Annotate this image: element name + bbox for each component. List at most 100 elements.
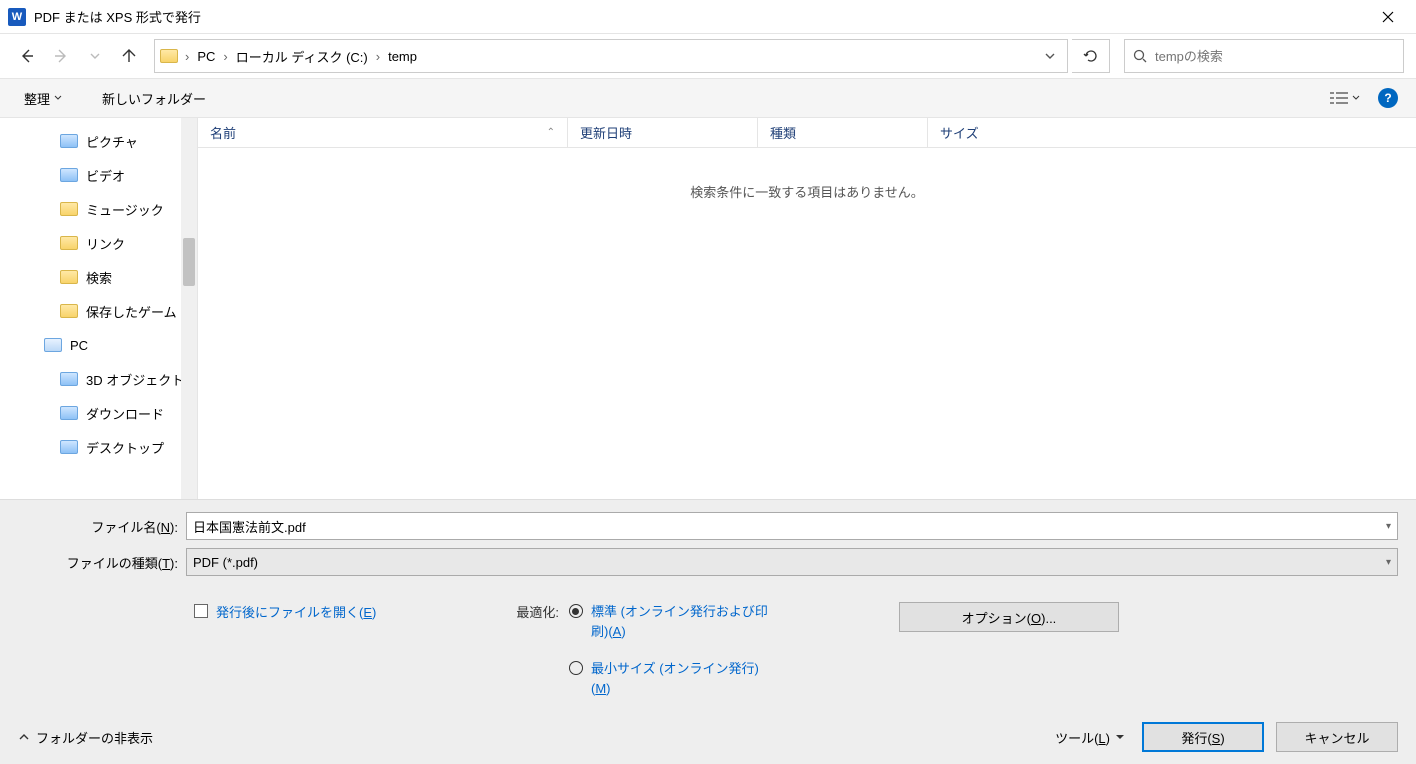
- tree-item[interactable]: ダウンロード: [0, 396, 197, 430]
- arrow-left-icon: [19, 48, 35, 64]
- chevron-down-icon: ▾: [1386, 557, 1391, 568]
- arrow-up-icon: [121, 48, 137, 64]
- optimize-label: 最適化:: [516, 602, 559, 698]
- chevron-down-icon: [1352, 94, 1360, 102]
- breadcrumb-folder[interactable]: temp: [382, 45, 423, 68]
- folder-icon: [159, 46, 179, 66]
- organize-menu[interactable]: 整理: [18, 85, 68, 112]
- word-app-icon: W: [8, 8, 26, 26]
- filename-label: ファイル名(N):: [18, 517, 186, 536]
- hide-folders-label: フォルダーの非表示: [36, 728, 153, 747]
- scroll-thumb[interactable]: [183, 238, 195, 286]
- sort-indicator-icon: ⌃: [547, 127, 555, 138]
- window-title: PDF または XPS 形式で発行: [34, 7, 1368, 26]
- tree-item[interactable]: ピクチャ: [0, 124, 197, 158]
- chevron-down-icon: [1045, 51, 1055, 61]
- chevron-down-icon: [1116, 733, 1124, 741]
- chevron-up-icon: [18, 731, 30, 743]
- back-button[interactable]: [12, 41, 42, 71]
- folder-icon: [60, 440, 78, 454]
- file-list-view: 名前 ⌃ 更新日時 種類 サイズ 検索条件に一致する項目はありません。: [198, 118, 1416, 499]
- breadcrumb-drive[interactable]: ローカル ディスク (C:): [230, 43, 374, 70]
- column-name[interactable]: 名前 ⌃: [198, 118, 568, 147]
- view-icon: [1330, 91, 1348, 105]
- tree-item[interactable]: ミュージック: [0, 192, 197, 226]
- bottom-panel: ファイル名(N): 日本国憲法前文.pdf ▾ ファイルの種類(T): PDF …: [0, 499, 1416, 764]
- organize-label: 整理: [24, 89, 50, 108]
- tree-item[interactable]: 検索: [0, 260, 197, 294]
- sidebar-scrollbar[interactable]: [181, 118, 197, 499]
- close-icon: [1382, 11, 1394, 23]
- tools-label: ツール(L): [1055, 728, 1110, 747]
- publish-button[interactable]: 発行(S): [1142, 722, 1264, 752]
- radio-checked-icon: [569, 604, 583, 618]
- view-menu[interactable]: [1324, 87, 1366, 109]
- tree-item[interactable]: 3D オブジェクト: [0, 362, 197, 396]
- column-headers: 名前 ⌃ 更新日時 種類 サイズ: [198, 118, 1416, 148]
- folder-icon: [60, 406, 78, 420]
- help-button[interactable]: ?: [1378, 88, 1398, 108]
- tree-item-label: デスクトップ: [86, 438, 164, 457]
- forward-button[interactable]: [46, 41, 76, 71]
- nav-bar: › PC › ローカル ディスク (C:) › temp: [0, 34, 1416, 78]
- column-type[interactable]: 種類: [758, 118, 928, 147]
- new-folder-label: 新しいフォルダー: [102, 89, 206, 108]
- close-button[interactable]: [1368, 2, 1408, 32]
- open-after-checkbox[interactable]: 発行後にファイルを開く(E): [194, 602, 376, 698]
- tree-item[interactable]: PC: [0, 328, 197, 362]
- breadcrumb[interactable]: › PC › ローカル ディスク (C:) › temp: [154, 39, 1068, 73]
- optimize-standard-label: 標準 (オンライン発行および印刷)(A): [591, 602, 769, 641]
- breadcrumb-dropdown[interactable]: [1037, 47, 1063, 65]
- filetype-select[interactable]: PDF (*.pdf) ▾: [186, 548, 1398, 576]
- tree-item[interactable]: ビデオ: [0, 158, 197, 192]
- up-button[interactable]: [114, 41, 144, 71]
- filename-input[interactable]: 日本国憲法前文.pdf ▾: [186, 512, 1398, 540]
- tree-item[interactable]: 保存したゲーム: [0, 294, 197, 328]
- folder-icon: [60, 134, 78, 148]
- recent-dropdown[interactable]: [80, 41, 110, 71]
- tree-item-label: 保存したゲーム: [86, 302, 177, 321]
- options-button-label: オプション(O)...: [962, 608, 1057, 627]
- search-input[interactable]: [1155, 49, 1395, 64]
- refresh-button[interactable]: [1072, 39, 1110, 73]
- radio-unchecked-icon: [569, 661, 583, 675]
- folder-tree: ピクチャビデオミュージックリンク検索保存したゲーム PC 3D オブジェクトダウンロ…: [0, 118, 198, 499]
- tree-item[interactable]: リンク: [0, 226, 197, 260]
- tree-item-label: ミュージック: [86, 200, 164, 219]
- open-after-label: 発行後にファイルを開く(E): [216, 602, 376, 621]
- column-date[interactable]: 更新日時: [568, 118, 758, 147]
- optimize-minimum-radio[interactable]: 最小サイズ (オンライン発行)(M): [569, 659, 769, 698]
- tree-item-label: 3D オブジェクト: [86, 370, 184, 389]
- optimize-minimum-label: 最小サイズ (オンライン発行)(M): [591, 659, 769, 698]
- folder-icon: [60, 168, 78, 182]
- chevron-down-icon: ▾: [1386, 521, 1391, 532]
- new-folder-button[interactable]: 新しいフォルダー: [96, 85, 212, 112]
- tree-item-label: リンク: [86, 234, 125, 253]
- column-size[interactable]: サイズ: [928, 118, 1048, 147]
- content-area: ピクチャビデオミュージックリンク検索保存したゲーム PC 3D オブジェクトダウンロ…: [0, 118, 1416, 499]
- breadcrumb-pc[interactable]: PC: [191, 45, 221, 68]
- cancel-button[interactable]: キャンセル: [1276, 722, 1398, 752]
- filetype-value: PDF (*.pdf): [193, 555, 258, 570]
- search-icon: [1133, 49, 1147, 63]
- toolbar: 整理 新しいフォルダー ?: [0, 78, 1416, 118]
- arrow-right-icon: [53, 48, 69, 64]
- tree-item[interactable]: デスクトップ: [0, 430, 197, 464]
- folder-icon: [60, 372, 78, 386]
- options-button[interactable]: オプション(O)...: [899, 602, 1119, 632]
- tools-menu[interactable]: ツール(L): [1049, 724, 1130, 751]
- filename-value: 日本国憲法前文.pdf: [193, 517, 306, 536]
- chevron-right-icon: ›: [221, 49, 229, 64]
- chevron-right-icon: ›: [374, 49, 382, 64]
- checkbox-icon: [194, 604, 208, 618]
- hide-folders-toggle[interactable]: フォルダーの非表示: [18, 728, 153, 747]
- optimize-standard-radio[interactable]: 標準 (オンライン発行および印刷)(A): [569, 602, 769, 641]
- folder-icon: [60, 202, 78, 216]
- chevron-down-icon: [54, 94, 62, 102]
- folder-icon: [60, 270, 78, 284]
- search-box[interactable]: [1124, 39, 1404, 73]
- folder-icon: [60, 236, 78, 250]
- folder-icon: [44, 338, 62, 352]
- empty-message: 検索条件に一致する項目はありません。: [198, 148, 1416, 499]
- tree-item-label: PC: [70, 338, 88, 353]
